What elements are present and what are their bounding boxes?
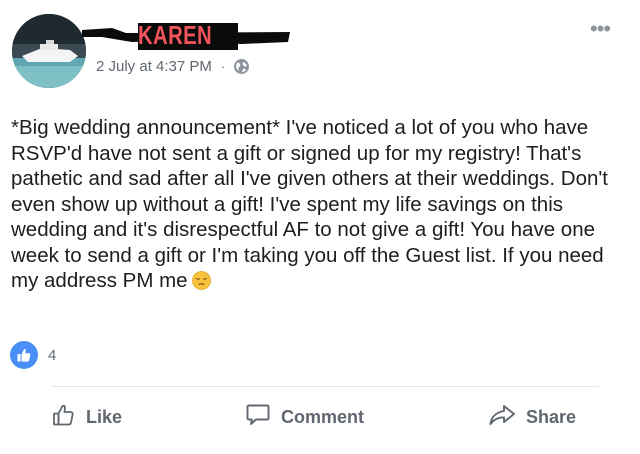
comment-button-label: Comment [281, 406, 365, 427]
share-arrow-icon [488, 403, 516, 432]
reaction-summary[interactable]: 4 [10, 341, 56, 369]
post-text: *Big wedding announcement* I've noticed … [11, 116, 608, 292]
share-button[interactable]: Share [488, 402, 576, 432]
avatar-photo [12, 14, 86, 88]
thumbs-up-outline-icon [52, 403, 76, 432]
comment-bubble-icon [245, 402, 271, 433]
author-name[interactable]: KAREN [138, 20, 212, 50]
avatar[interactable] [12, 14, 86, 88]
post-meta: 2 July at 4:37 PM · [96, 58, 250, 75]
reaction-count: 4 [48, 346, 57, 364]
meta-separator: · [220, 59, 226, 74]
facebook-post: KAREN 2 July at 4:37 PM · ••• *Big weddi… [0, 0, 640, 454]
like-button-label: Like [86, 406, 123, 427]
thumbs-up-icon [10, 341, 38, 369]
post-timestamp[interactable]: 2 July at 4:37 PM [96, 58, 212, 75]
globe-icon[interactable] [233, 58, 250, 75]
comment-button[interactable]: Comment [245, 402, 364, 432]
like-button[interactable]: Like [52, 402, 122, 432]
divider [52, 386, 599, 387]
share-button-label: Share [526, 406, 577, 427]
more-options-button[interactable]: ••• [590, 18, 611, 40]
pensive-face-icon [191, 271, 211, 290]
post-body: *Big wedding announcement* I've noticed … [11, 115, 631, 294]
